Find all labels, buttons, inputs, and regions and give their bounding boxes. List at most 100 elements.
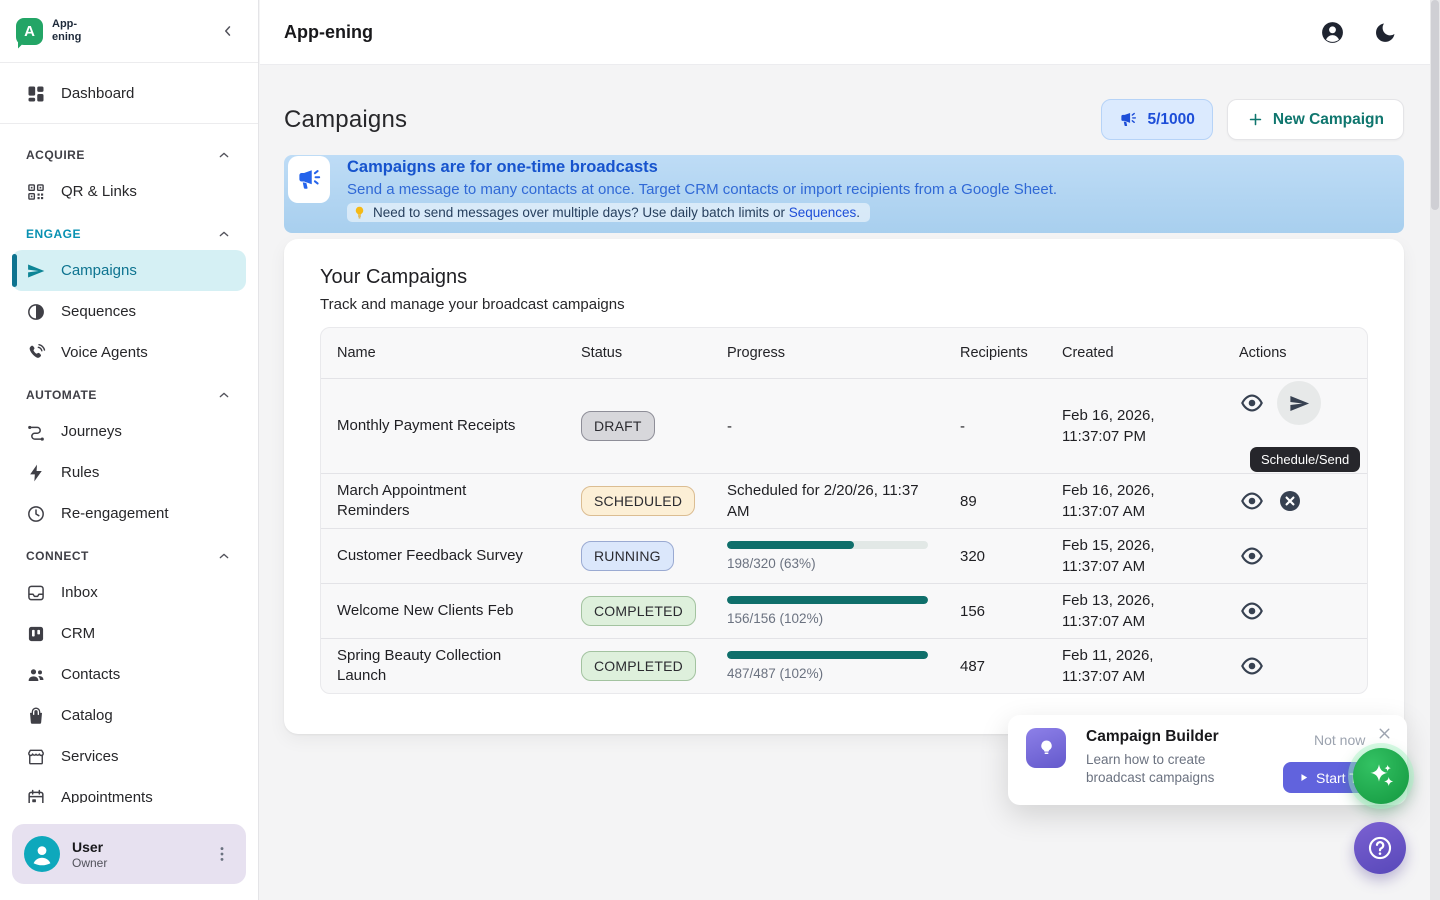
user-name: User bbox=[72, 838, 107, 856]
page-title: Campaigns bbox=[284, 106, 407, 134]
lightbulb-icon bbox=[352, 205, 367, 220]
cell-recipients: 487 bbox=[944, 658, 1046, 675]
campaign-builder-popup: Campaign Builder Learn how to create bro… bbox=[1008, 715, 1407, 805]
view-button[interactable] bbox=[1239, 390, 1265, 416]
qr-icon bbox=[26, 182, 46, 202]
journeys-icon bbox=[26, 422, 46, 442]
question-icon bbox=[1366, 834, 1394, 862]
campaign-name: Monthly Payment Receipts bbox=[321, 416, 565, 436]
cell-recipients: 89 bbox=[944, 493, 1046, 510]
sparkles-icon bbox=[1365, 760, 1397, 792]
moon-icon bbox=[1373, 20, 1398, 45]
cancel-button[interactable] bbox=[1277, 488, 1303, 514]
campaigns-card: Your Campaigns Track and manage your bro… bbox=[284, 239, 1404, 734]
view-button[interactable] bbox=[1239, 653, 1265, 679]
sidebar-item-label: Re-engagement bbox=[61, 505, 169, 522]
ai-assistant-fab[interactable] bbox=[1353, 748, 1409, 804]
status-badge: COMPLETED bbox=[581, 651, 696, 681]
cell-created: Feb 16, 2026,11:37:07 AM bbox=[1046, 480, 1223, 522]
view-button[interactable] bbox=[1239, 598, 1265, 624]
sidebar-item-appointments[interactable]: Appointments bbox=[12, 777, 246, 803]
cell-created: Feb 13, 2026,11:37:07 AM bbox=[1046, 590, 1223, 632]
sidebar-item-journeys[interactable]: Journeys bbox=[12, 411, 246, 452]
contacts-icon bbox=[26, 665, 46, 685]
not-now-button[interactable]: Not now bbox=[1314, 732, 1365, 748]
chevron-up-icon bbox=[216, 387, 232, 403]
schedule-send-button[interactable] bbox=[1277, 381, 1321, 425]
megaphone-icon bbox=[288, 156, 330, 203]
sidebar-item-label: Sequences bbox=[61, 303, 136, 320]
table-row: March Appointment RemindersSCHEDULEDSche… bbox=[321, 473, 1367, 528]
progress-bar bbox=[727, 596, 928, 604]
cell-status: COMPLETED bbox=[565, 596, 711, 626]
app-root: A App-ening DashboardACQUIREQR & LinksEN… bbox=[0, 0, 1440, 900]
section-header-engage[interactable]: ENGAGE bbox=[12, 212, 246, 250]
view-button[interactable] bbox=[1239, 543, 1265, 569]
sidebar-item-label: CRM bbox=[61, 625, 95, 642]
status-badge: COMPLETED bbox=[581, 596, 696, 626]
sidebar-item-label: Journeys bbox=[61, 423, 122, 440]
cell-actions: Schedule/Send bbox=[1223, 385, 1367, 467]
person-circle-icon bbox=[1320, 20, 1345, 45]
megaphone-icon bbox=[1119, 110, 1138, 129]
section-label: CONNECT bbox=[26, 549, 89, 563]
sidebar-item-catalog[interactable]: Catalog bbox=[12, 695, 246, 736]
sidebar-item-label: Inbox bbox=[61, 584, 98, 601]
inbox-icon bbox=[26, 583, 46, 603]
re-engagement-icon bbox=[26, 504, 46, 524]
progress-text: - bbox=[727, 416, 937, 437]
sidebar-item-qr-links[interactable]: QR & Links bbox=[12, 171, 246, 212]
sidebar-item-campaigns[interactable]: Campaigns bbox=[12, 250, 246, 291]
cell-recipients: - bbox=[944, 418, 1046, 435]
sidebar-item-label: Services bbox=[61, 748, 119, 765]
campaign-usage-badge[interactable]: 5/1000 bbox=[1101, 99, 1212, 140]
user-avatar bbox=[24, 836, 60, 872]
sidebar-item-sequences[interactable]: Sequences bbox=[12, 291, 246, 332]
sidebar-item-dashboard[interactable]: Dashboard bbox=[12, 73, 246, 114]
sidebar-item-inbox[interactable]: Inbox bbox=[12, 572, 246, 613]
sidebar-item-re-engagement[interactable]: Re-engagement bbox=[12, 493, 246, 534]
sidebar-item-contacts[interactable]: Contacts bbox=[12, 654, 246, 695]
status-badge: DRAFT bbox=[581, 411, 655, 441]
cell-actions bbox=[1223, 480, 1367, 522]
send-icon bbox=[1288, 392, 1311, 415]
column-header-actions: Actions bbox=[1223, 345, 1367, 361]
popup-description: Learn how to create broadcast campaigns bbox=[1086, 751, 1256, 787]
new-campaign-button[interactable]: New Campaign bbox=[1227, 99, 1404, 140]
user-card[interactable]: User Owner bbox=[12, 824, 246, 884]
view-button[interactable] bbox=[1239, 488, 1265, 514]
sidebar-item-rules[interactable]: Rules bbox=[12, 452, 246, 493]
account-button[interactable] bbox=[1320, 20, 1345, 45]
help-fab[interactable] bbox=[1354, 822, 1406, 874]
play-icon bbox=[1298, 772, 1309, 783]
content: Campaigns 5/1000 New Campaign bbox=[260, 99, 1440, 734]
dark-mode-toggle[interactable] bbox=[1373, 20, 1398, 45]
app-title: App-ening bbox=[284, 22, 373, 43]
window-scrollbar[interactable] bbox=[1430, 0, 1440, 900]
usage-count: 5/1000 bbox=[1147, 111, 1194, 129]
topbar: App-ening bbox=[260, 0, 1440, 64]
sidebar-item-voice-agents[interactable]: Voice Agents bbox=[12, 332, 246, 373]
sidebar-collapse-button[interactable] bbox=[214, 17, 242, 45]
eye-icon bbox=[1240, 544, 1264, 568]
sequences-link[interactable]: Sequences bbox=[789, 205, 857, 220]
sidebar-item-crm[interactable]: CRM bbox=[12, 613, 246, 654]
section-label: ACQUIRE bbox=[26, 148, 85, 162]
close-icon[interactable] bbox=[1376, 723, 1396, 743]
eye-icon bbox=[1240, 599, 1264, 623]
section-header-automate[interactable]: AUTOMATE bbox=[12, 373, 246, 411]
progress-caption: 156/156 (102%) bbox=[727, 611, 928, 626]
progress-text: Scheduled for 2/20/26, 11:37 AM bbox=[727, 480, 937, 522]
section-header-connect[interactable]: CONNECT bbox=[12, 534, 246, 572]
appointments-icon bbox=[26, 788, 46, 804]
scrollbar-thumb[interactable] bbox=[1431, 0, 1439, 210]
user-menu-button[interactable] bbox=[212, 842, 236, 866]
sidebar-item-services[interactable]: Services bbox=[12, 736, 246, 777]
banner-description: Send a message to many contacts at once.… bbox=[347, 181, 1057, 198]
services-icon bbox=[26, 747, 46, 767]
cell-progress: 156/156 (102%) bbox=[711, 596, 944, 626]
chevron-up-icon bbox=[216, 226, 232, 242]
rules-icon bbox=[26, 463, 46, 483]
section-header-acquire[interactable]: ACQUIRE bbox=[12, 133, 246, 171]
divider bbox=[0, 123, 258, 124]
